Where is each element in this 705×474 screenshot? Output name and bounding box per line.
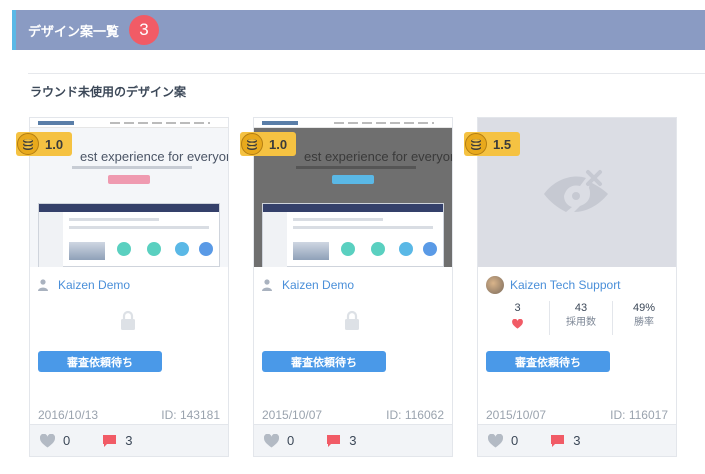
design-card[interactable]: est experience for everyone 1.0 Kaizen D… bbox=[16, 117, 229, 457]
created-date: 2015/10/07 bbox=[486, 408, 547, 422]
coin-stack-icon bbox=[465, 133, 487, 155]
card-footer: 0 3 bbox=[478, 424, 676, 456]
stat-likes-value: 3 bbox=[514, 302, 521, 314]
stat-likes: 3 bbox=[486, 301, 549, 335]
price-value: 1.0 bbox=[45, 136, 64, 152]
avatar[interactable] bbox=[486, 276, 504, 294]
heart-icon bbox=[512, 319, 523, 329]
section-title: ラウンド未使用のデザイン案 bbox=[30, 85, 187, 99]
comment-icon bbox=[103, 434, 117, 447]
like-count: 0 bbox=[63, 433, 71, 448]
author-name[interactable]: Kaizen Demo bbox=[282, 278, 354, 292]
coin-stack-icon bbox=[241, 133, 263, 155]
comment-icon bbox=[327, 434, 341, 447]
thumbnail-screen bbox=[262, 203, 444, 267]
comment-button[interactable]: 3 bbox=[326, 433, 356, 448]
section-divider bbox=[28, 73, 705, 74]
stat-win-rate: 49% 勝率 bbox=[612, 301, 675, 335]
stat-win-rate-value: 49% bbox=[632, 302, 656, 314]
status-button[interactable]: 審査依頼待ち bbox=[486, 351, 610, 372]
card-footer: 0 3 bbox=[254, 424, 452, 456]
price-badge: 1.0 bbox=[16, 132, 72, 156]
lock-icon bbox=[121, 310, 135, 330]
thumbnail-headline: est experience for everyone bbox=[80, 149, 228, 164]
created-date: 2015/10/07 bbox=[262, 408, 323, 422]
design-id: ID: 143181 bbox=[161, 408, 220, 422]
heart-icon bbox=[264, 433, 279, 447]
design-card[interactable]: est experience for everyone 1.0 Kaizen D… bbox=[240, 117, 453, 457]
author-name[interactable]: Kaizen Tech Support bbox=[510, 278, 621, 292]
like-count: 0 bbox=[511, 433, 519, 448]
like-button[interactable]: 0 bbox=[40, 433, 70, 448]
heart-icon bbox=[488, 433, 503, 447]
comment-count: 3 bbox=[573, 433, 581, 448]
heart-icon bbox=[40, 433, 55, 447]
user-icon bbox=[262, 279, 272, 291]
design-id: ID: 116017 bbox=[610, 408, 668, 422]
page-header: デザイン案一覧 3 bbox=[12, 10, 705, 50]
author-name[interactable]: Kaizen Demo bbox=[58, 278, 130, 292]
price-badge: 1.0 bbox=[240, 132, 296, 156]
coin-stack-icon bbox=[17, 133, 39, 155]
like-count: 0 bbox=[287, 433, 295, 448]
author[interactable]: Kaizen Tech Support bbox=[486, 276, 621, 294]
author-stats: 3 43 採用数 49% 勝率 bbox=[486, 301, 676, 335]
thumbnail-subtext bbox=[72, 166, 192, 169]
stat-adopted: 43 採用数 bbox=[549, 301, 612, 335]
thumbnail-cta bbox=[332, 175, 374, 184]
price-badge: 1.5 bbox=[464, 132, 520, 156]
price-value: 1.5 bbox=[493, 136, 512, 152]
author[interactable]: Kaizen Demo bbox=[262, 278, 354, 292]
status-button[interactable]: 審査依頼待ち bbox=[38, 351, 162, 372]
like-button[interactable]: 0 bbox=[488, 433, 518, 448]
comment-icon bbox=[551, 434, 565, 447]
page-title: デザイン案一覧 bbox=[28, 23, 120, 39]
thumbnail-nav bbox=[254, 118, 452, 128]
lock-icon bbox=[345, 310, 359, 330]
eye-slash-icon bbox=[544, 170, 608, 212]
comment-count: 3 bbox=[125, 433, 133, 448]
author[interactable]: Kaizen Demo bbox=[38, 278, 130, 292]
thumbnail-subtext bbox=[296, 166, 416, 169]
thumbnail-screen bbox=[38, 203, 220, 267]
stat-adopted-value: 43 bbox=[574, 302, 588, 314]
created-date: 2016/10/13 bbox=[38, 408, 99, 422]
stat-adopted-label: 採用数 bbox=[566, 317, 596, 328]
card-footer: 0 3 bbox=[30, 424, 228, 456]
stat-win-rate-label: 勝率 bbox=[634, 317, 654, 328]
thumbnail-nav bbox=[30, 118, 228, 128]
user-icon bbox=[38, 279, 48, 291]
price-value: 1.0 bbox=[269, 136, 288, 152]
design-card[interactable]: 1.5 Kaizen Tech Support 3 43 採用数 49% 勝率 … bbox=[464, 117, 677, 457]
design-id: ID: 116062 bbox=[386, 408, 444, 422]
status-button[interactable]: 審査依頼待ち bbox=[262, 351, 386, 372]
comment-button[interactable]: 3 bbox=[102, 433, 132, 448]
comment-count: 3 bbox=[349, 433, 357, 448]
thumbnail-headline: est experience for everyone bbox=[304, 149, 452, 164]
comment-button[interactable]: 3 bbox=[550, 433, 580, 448]
like-button[interactable]: 0 bbox=[264, 433, 294, 448]
thumbnail-cta bbox=[108, 175, 150, 184]
count-badge: 3 bbox=[129, 15, 160, 45]
